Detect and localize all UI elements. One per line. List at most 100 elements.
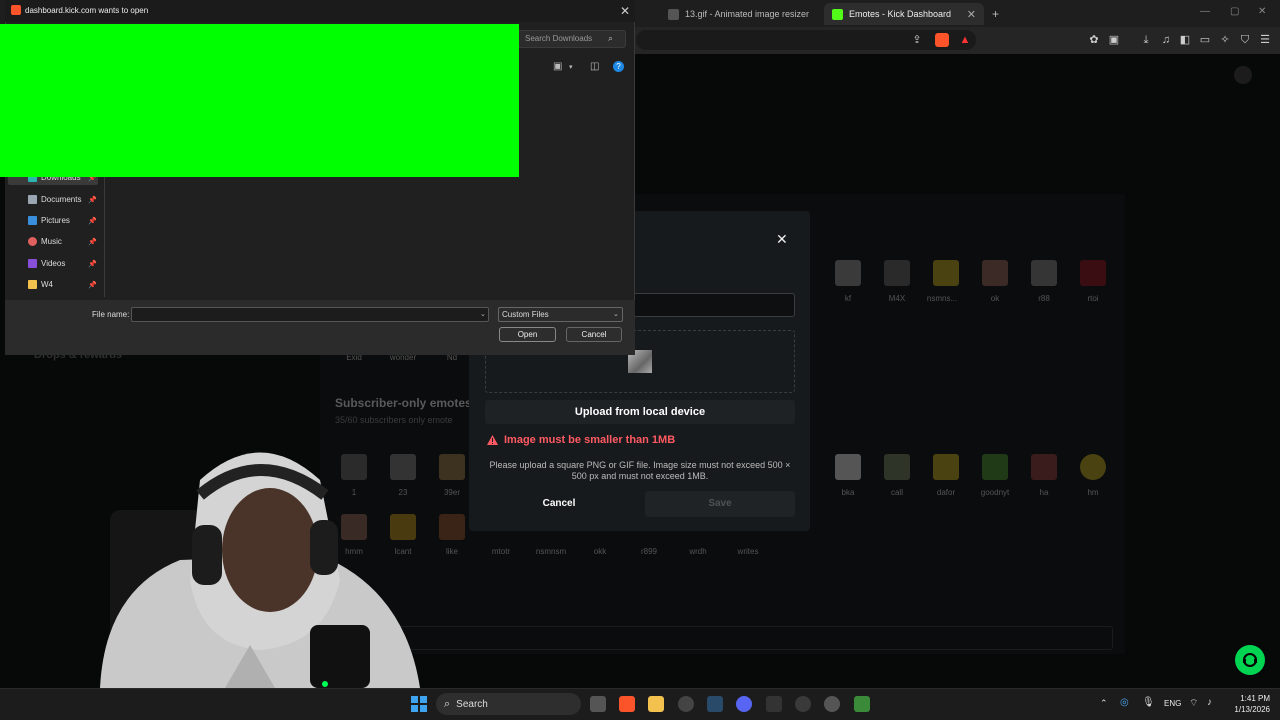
tab-label: 13.gif - Animated image resizer — [685, 9, 810, 19]
close-icon[interactable]: ✕ — [776, 231, 788, 247]
brave-app-icon[interactable] — [619, 696, 635, 712]
dialog-cancel-button[interactable]: Cancel — [566, 327, 622, 342]
view-options-icon[interactable]: ▣ — [553, 61, 562, 72]
emote-thumbnail[interactable] — [439, 454, 465, 480]
chevron-down-icon[interactable]: ▾ — [569, 63, 573, 71]
pin-icon: 📌 — [88, 282, 97, 289]
emote-thumbnail[interactable] — [835, 454, 861, 480]
network-icon[interactable]: ◎ — [1120, 697, 1129, 708]
emote-thumbnail[interactable] — [933, 260, 959, 286]
kick-favicon-icon — [832, 8, 843, 20]
maximize-icon[interactable]: ▢ — [1230, 6, 1239, 17]
tray-chevron-icon[interactable]: ⌃ — [1100, 698, 1108, 709]
sidebar-icon[interactable]: ◧ — [1178, 33, 1192, 47]
file-name-input[interactable] — [131, 307, 489, 322]
file-type-select[interactable]: Custom Files — [498, 307, 623, 322]
emote-thumbnail[interactable] — [1080, 260, 1106, 286]
emote-thumbnail[interactable] — [835, 260, 861, 286]
menu-icon[interactable]: ☰ — [1258, 33, 1272, 47]
app-icon[interactable] — [795, 696, 811, 712]
emote-label: r88 — [1038, 294, 1050, 303]
nav-label: Pictures — [41, 216, 70, 225]
search-label: Search — [456, 698, 488, 710]
emote-thumbnail[interactable] — [933, 454, 959, 480]
app-icon[interactable] — [854, 696, 870, 712]
sidebar-item-documents[interactable]: Documents — [28, 195, 81, 204]
emote-label: nsmnsm — [535, 547, 567, 556]
minimize-icon[interactable]: — — [1200, 6, 1210, 17]
pane-divider[interactable] — [104, 177, 105, 297]
chat-icon — [1243, 653, 1257, 667]
emote-thumbnail[interactable] — [982, 454, 1008, 480]
obs-app-icon[interactable] — [678, 696, 694, 712]
support-chat-button[interactable] — [1235, 645, 1265, 675]
emote-thumbnail[interactable] — [982, 260, 1008, 286]
sidebar-item-videos[interactable]: Videos — [28, 259, 65, 268]
upload-help-text: Please upload a square PNG or GIF file. … — [489, 460, 791, 481]
emote-thumbnail[interactable] — [884, 454, 910, 480]
music-icon[interactable]: ♫ — [1159, 33, 1173, 47]
wifi-icon[interactable]: ⌔ — [1189, 697, 1198, 710]
close-icon[interactable]: ✕ — [620, 4, 630, 18]
emote-label: dafor — [936, 488, 956, 497]
sidebar-item-pictures[interactable]: Pictures — [28, 216, 70, 225]
preview-pane-icon[interactable]: ◫ — [590, 61, 599, 72]
emote-thumbnail[interactable] — [439, 514, 465, 540]
pin-icon: 📌 — [88, 197, 97, 204]
epic-games-icon[interactable] — [766, 696, 782, 712]
new-tab-button[interactable]: + — [988, 3, 1008, 25]
chevron-down-icon[interactable]: ⌄ — [613, 310, 619, 318]
brave-shields-icon[interactable] — [935, 33, 949, 47]
emote-thumbnail[interactable] — [1031, 260, 1057, 286]
emote-thumbnail[interactable] — [1080, 454, 1106, 480]
nav-label: Documents — [41, 195, 82, 204]
chevron-down-icon[interactable]: ⌄ — [480, 310, 486, 318]
tab-image-resizer[interactable]: 13.gif - Animated image resizer — [660, 3, 820, 25]
share-icon[interactable]: ⇪ — [910, 33, 924, 47]
file-name-label: File name: — [92, 310, 130, 319]
brave-rewards-icon[interactable]: ▲ — [958, 33, 972, 47]
wallet-icon[interactable]: ▭ — [1198, 33, 1212, 47]
sidebar-item-w4[interactable]: W4 — [28, 280, 53, 289]
extensions-icon[interactable]: ✿ — [1087, 33, 1101, 47]
address-bar[interactable] — [636, 30, 976, 50]
file-explorer-icon[interactable] — [648, 696, 664, 712]
sidebar-item-music[interactable]: Music — [28, 237, 62, 246]
nav-label: Videos — [41, 259, 66, 268]
pin-icon: 📌 — [88, 261, 97, 268]
save-button[interactable]: Save — [645, 491, 795, 517]
emote-label: wrdh — [689, 547, 707, 556]
leo-ai-icon[interactable]: ✧ — [1218, 33, 1232, 47]
avatar[interactable] — [1234, 66, 1252, 84]
emote-label: r899 — [640, 547, 657, 556]
open-button[interactable]: Open — [499, 327, 556, 342]
nav-label: W4 — [41, 280, 53, 289]
close-tab-icon[interactable]: ✕ — [967, 8, 976, 21]
emote-thumbnail[interactable] — [884, 260, 910, 286]
cancel-button[interactable]: Cancel — [529, 492, 589, 516]
emote-label: goodnyt — [980, 488, 1010, 497]
volume-icon[interactable]: ♪ — [1207, 697, 1212, 708]
microphone-icon[interactable]: 🎙 — [1142, 697, 1155, 708]
store-app-icon[interactable] — [590, 696, 606, 712]
start-button[interactable] — [411, 696, 427, 712]
clock[interactable]: 1:41 PM 1/13/2026 — [1222, 693, 1270, 715]
close-window-icon[interactable]: ✕ — [1258, 6, 1266, 17]
help-icon[interactable]: ? — [613, 61, 624, 72]
language-indicator[interactable]: ENG — [1164, 699, 1181, 708]
error-message: Image must be smaller than 1MB — [487, 434, 675, 446]
steam-app-icon[interactable] — [707, 696, 723, 712]
upload-local-button[interactable]: Upload from local device — [485, 400, 795, 424]
extension-icon[interactable]: ▣ — [1107, 33, 1121, 47]
vpn-shield-icon[interactable]: ⛉ — [1238, 33, 1252, 47]
emote-label: ha — [1039, 488, 1049, 497]
tab-kick-dashboard[interactable]: Emotes - Kick Dashboard ✕ — [824, 3, 984, 25]
discord-app-icon[interactable] — [736, 696, 752, 712]
chrome-app-icon[interactable] — [824, 696, 840, 712]
emote-label: M4X — [888, 294, 906, 303]
music-icon — [28, 237, 37, 246]
download-icon[interactable]: ⤓ — [1139, 33, 1153, 47]
emote-thumbnail[interactable] — [1031, 454, 1057, 480]
emote-name-input[interactable] — [330, 626, 1113, 650]
taskbar-search[interactable]: ⌕ Search — [436, 693, 581, 715]
